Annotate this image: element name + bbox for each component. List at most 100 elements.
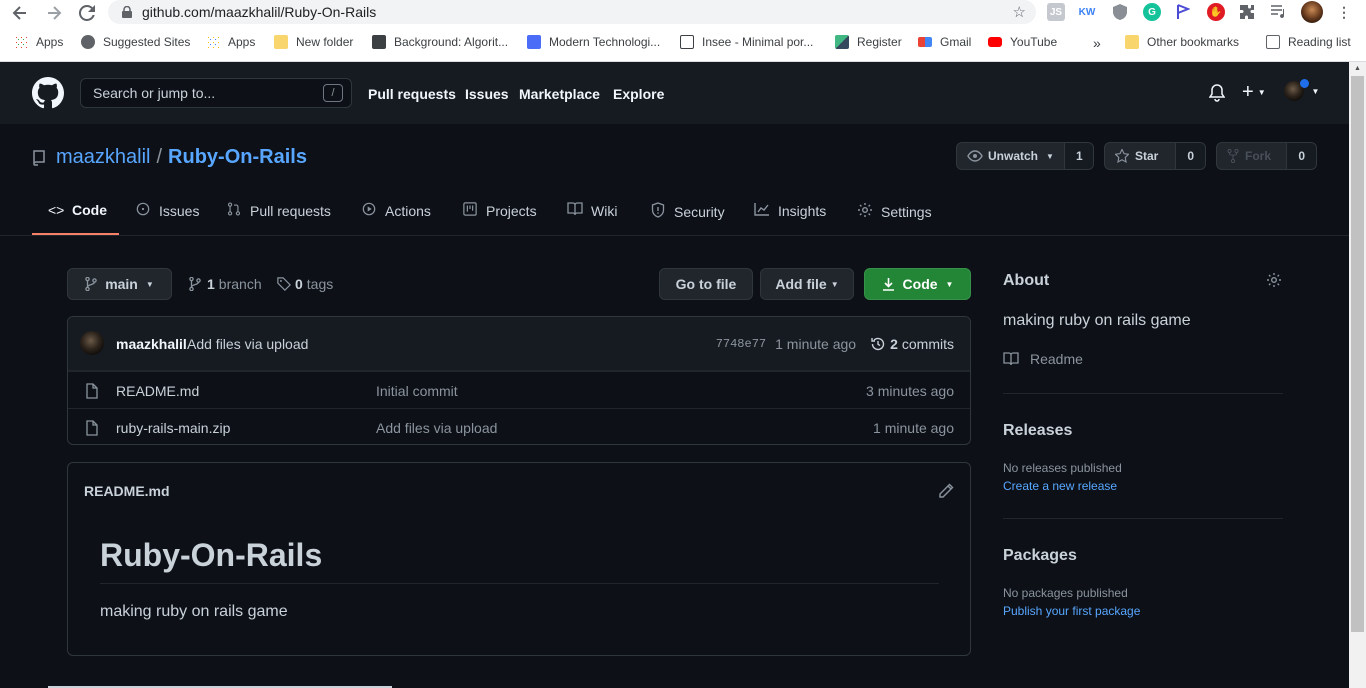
- readme-filename[interactable]: README.md: [84, 483, 170, 499]
- bookmark-new-folder[interactable]: New folder: [274, 35, 353, 49]
- bookmark-label: Apps: [228, 35, 256, 49]
- tab-insights[interactable]: Insights: [754, 202, 826, 219]
- bookmark-youtube[interactable]: YouTube: [988, 35, 1057, 49]
- create-new-icon[interactable]: + ▼: [1242, 81, 1266, 104]
- readme-body: making ruby on rails game: [100, 603, 288, 620]
- menu-kebab-icon[interactable]: ⋮: [1335, 3, 1353, 21]
- tab-issues[interactable]: Issues: [135, 202, 199, 219]
- code-download-button[interactable]: Code ▼: [864, 268, 971, 300]
- file-row: ruby-rails-main.zip Add files via upload…: [68, 408, 970, 444]
- reload-icon[interactable]: [75, 1, 99, 25]
- bookmark-label: New folder: [296, 35, 354, 49]
- adblock-icon[interactable]: ✋: [1207, 3, 1225, 21]
- tab-label: Projects: [486, 202, 537, 219]
- globe-icon: [81, 35, 95, 49]
- js-extension-icon[interactable]: JS: [1047, 3, 1065, 21]
- bookmark-register[interactable]: Register: [835, 35, 902, 49]
- tags-link[interactable]: 0 tags: [277, 276, 333, 292]
- back-icon[interactable]: [8, 1, 32, 25]
- bookmark-modern-technologi[interactable]: Modern Technologi...: [527, 35, 660, 49]
- branches-link[interactable]: 1 branch: [189, 276, 262, 292]
- repo-owner-link[interactable]: maazkhalil: [56, 146, 150, 169]
- file-name-link[interactable]: ruby-rails-main.zip: [116, 420, 230, 436]
- tab-code[interactable]: <> Code: [48, 202, 107, 218]
- bookmark-star-icon[interactable]: ☆: [1013, 3, 1026, 21]
- repo-name-link[interactable]: Ruby-On-Rails: [168, 146, 307, 169]
- readme-link[interactable]: Readme: [1003, 351, 1083, 367]
- bookmark-background-algorit[interactable]: Background: Algorit...: [372, 35, 508, 49]
- create-release-link[interactable]: Create a new release: [1003, 479, 1117, 493]
- fork-count[interactable]: 0: [1287, 143, 1316, 169]
- star-button[interactable]: Star: [1105, 143, 1177, 169]
- apps-grid-icon: [14, 35, 28, 49]
- tab-pull-requests[interactable]: Pull requests: [226, 202, 331, 219]
- bookmarks-overflow[interactable]: »: [1093, 35, 1101, 51]
- lock-icon: [120, 5, 134, 19]
- bookmark-apps-2[interactable]: Apps: [206, 35, 255, 49]
- add-file-button[interactable]: Add file ▼: [760, 268, 854, 300]
- tab-wiki[interactable]: Wiki: [567, 202, 617, 219]
- bookmark-other[interactable]: Other bookmarks: [1125, 35, 1239, 49]
- shield-extension-icon[interactable]: [1111, 3, 1129, 21]
- user-menu[interactable]: ▼: [1284, 79, 1319, 101]
- nav-issues[interactable]: Issues: [465, 86, 509, 102]
- code-icon: <>: [48, 202, 65, 218]
- fork-icon: [1227, 149, 1239, 163]
- address-bar[interactable]: github.com/maazkhalil/Ruby-On-Rails ☆: [108, 0, 1036, 24]
- packages-empty-text: No packages published: [1003, 586, 1128, 600]
- commits-history-link[interactable]: 2 commits: [870, 336, 954, 352]
- file-commit-message[interactable]: Initial commit: [376, 383, 458, 399]
- tab-projects[interactable]: Projects: [462, 202, 537, 219]
- star-icon: [1115, 149, 1129, 163]
- releases-title[interactable]: Releases: [1003, 422, 1072, 440]
- publish-package-link[interactable]: Publish your first package: [1003, 604, 1140, 618]
- chevron-down-icon: ▼: [1046, 151, 1054, 161]
- bookmark-insee[interactable]: Insee - Minimal por...: [680, 35, 813, 49]
- github-header: Search or jump to... / Pull requests Iss…: [0, 62, 1349, 124]
- watch-count[interactable]: 1: [1064, 143, 1093, 169]
- reading-list-label: Reading list: [1288, 35, 1351, 49]
- media-queue-icon[interactable]: [1270, 3, 1288, 21]
- nav-marketplace[interactable]: Marketplace: [519, 86, 600, 102]
- profile-avatar[interactable]: [1301, 1, 1323, 23]
- flag-extension-icon[interactable]: [1174, 3, 1192, 21]
- scroll-up-icon[interactable]: ▲: [1353, 65, 1362, 72]
- file-commit-message[interactable]: Add files via upload: [376, 420, 497, 436]
- tab-security[interactable]: Security: [650, 202, 725, 221]
- nav-explore[interactable]: Explore: [613, 86, 664, 102]
- notification-bell-icon[interactable]: [1208, 84, 1226, 107]
- bookmark-gmail[interactable]: Gmail: [918, 35, 971, 49]
- download-icon: [882, 277, 895, 291]
- forward-icon[interactable]: [42, 1, 66, 25]
- kw-extension-icon[interactable]: KW: [1078, 3, 1096, 21]
- about-description: making ruby on rails game: [1003, 312, 1191, 329]
- go-to-file-button[interactable]: Go to file: [659, 268, 753, 300]
- file-name-link[interactable]: README.md: [116, 383, 199, 399]
- commit-message-link[interactable]: Add files via upload: [187, 336, 308, 352]
- tab-settings[interactable]: Settings: [857, 202, 932, 221]
- search-input[interactable]: Search or jump to... /: [80, 78, 352, 108]
- gear-icon[interactable]: [1266, 272, 1282, 288]
- tab-actions[interactable]: Actions: [361, 202, 431, 219]
- puzzle-extensions-icon[interactable]: [1238, 3, 1256, 21]
- packages-title[interactable]: Packages: [1003, 547, 1077, 565]
- bookmark-suggested-sites[interactable]: Suggested Sites: [81, 35, 190, 49]
- unwatch-button[interactable]: Unwatch ▼: [957, 143, 1065, 169]
- fork-button[interactable]: Fork: [1217, 143, 1288, 169]
- scroll-thumb[interactable]: [1351, 76, 1364, 632]
- tab-label: Settings: [881, 203, 932, 220]
- grammarly-icon[interactable]: G: [1143, 3, 1161, 21]
- commit-author-avatar[interactable]: [80, 331, 104, 355]
- bookmark-apps[interactable]: Apps: [14, 35, 63, 49]
- pencil-icon[interactable]: [938, 483, 954, 499]
- nav-pull-requests[interactable]: Pull requests: [368, 86, 456, 102]
- reading-list[interactable]: Reading list: [1266, 35, 1351, 49]
- commit-author-link[interactable]: maazkhalil: [116, 336, 187, 352]
- repo-separator: /: [156, 146, 163, 168]
- star-count[interactable]: 0: [1176, 143, 1205, 169]
- page-scrollbar[interactable]: ▲: [1349, 62, 1366, 688]
- branch-select-button[interactable]: main ▼: [67, 268, 172, 300]
- commit-sha-link[interactable]: 7748e77: [716, 337, 766, 351]
- github-logo-icon[interactable]: [32, 77, 64, 109]
- branch-count: 1: [207, 276, 215, 292]
